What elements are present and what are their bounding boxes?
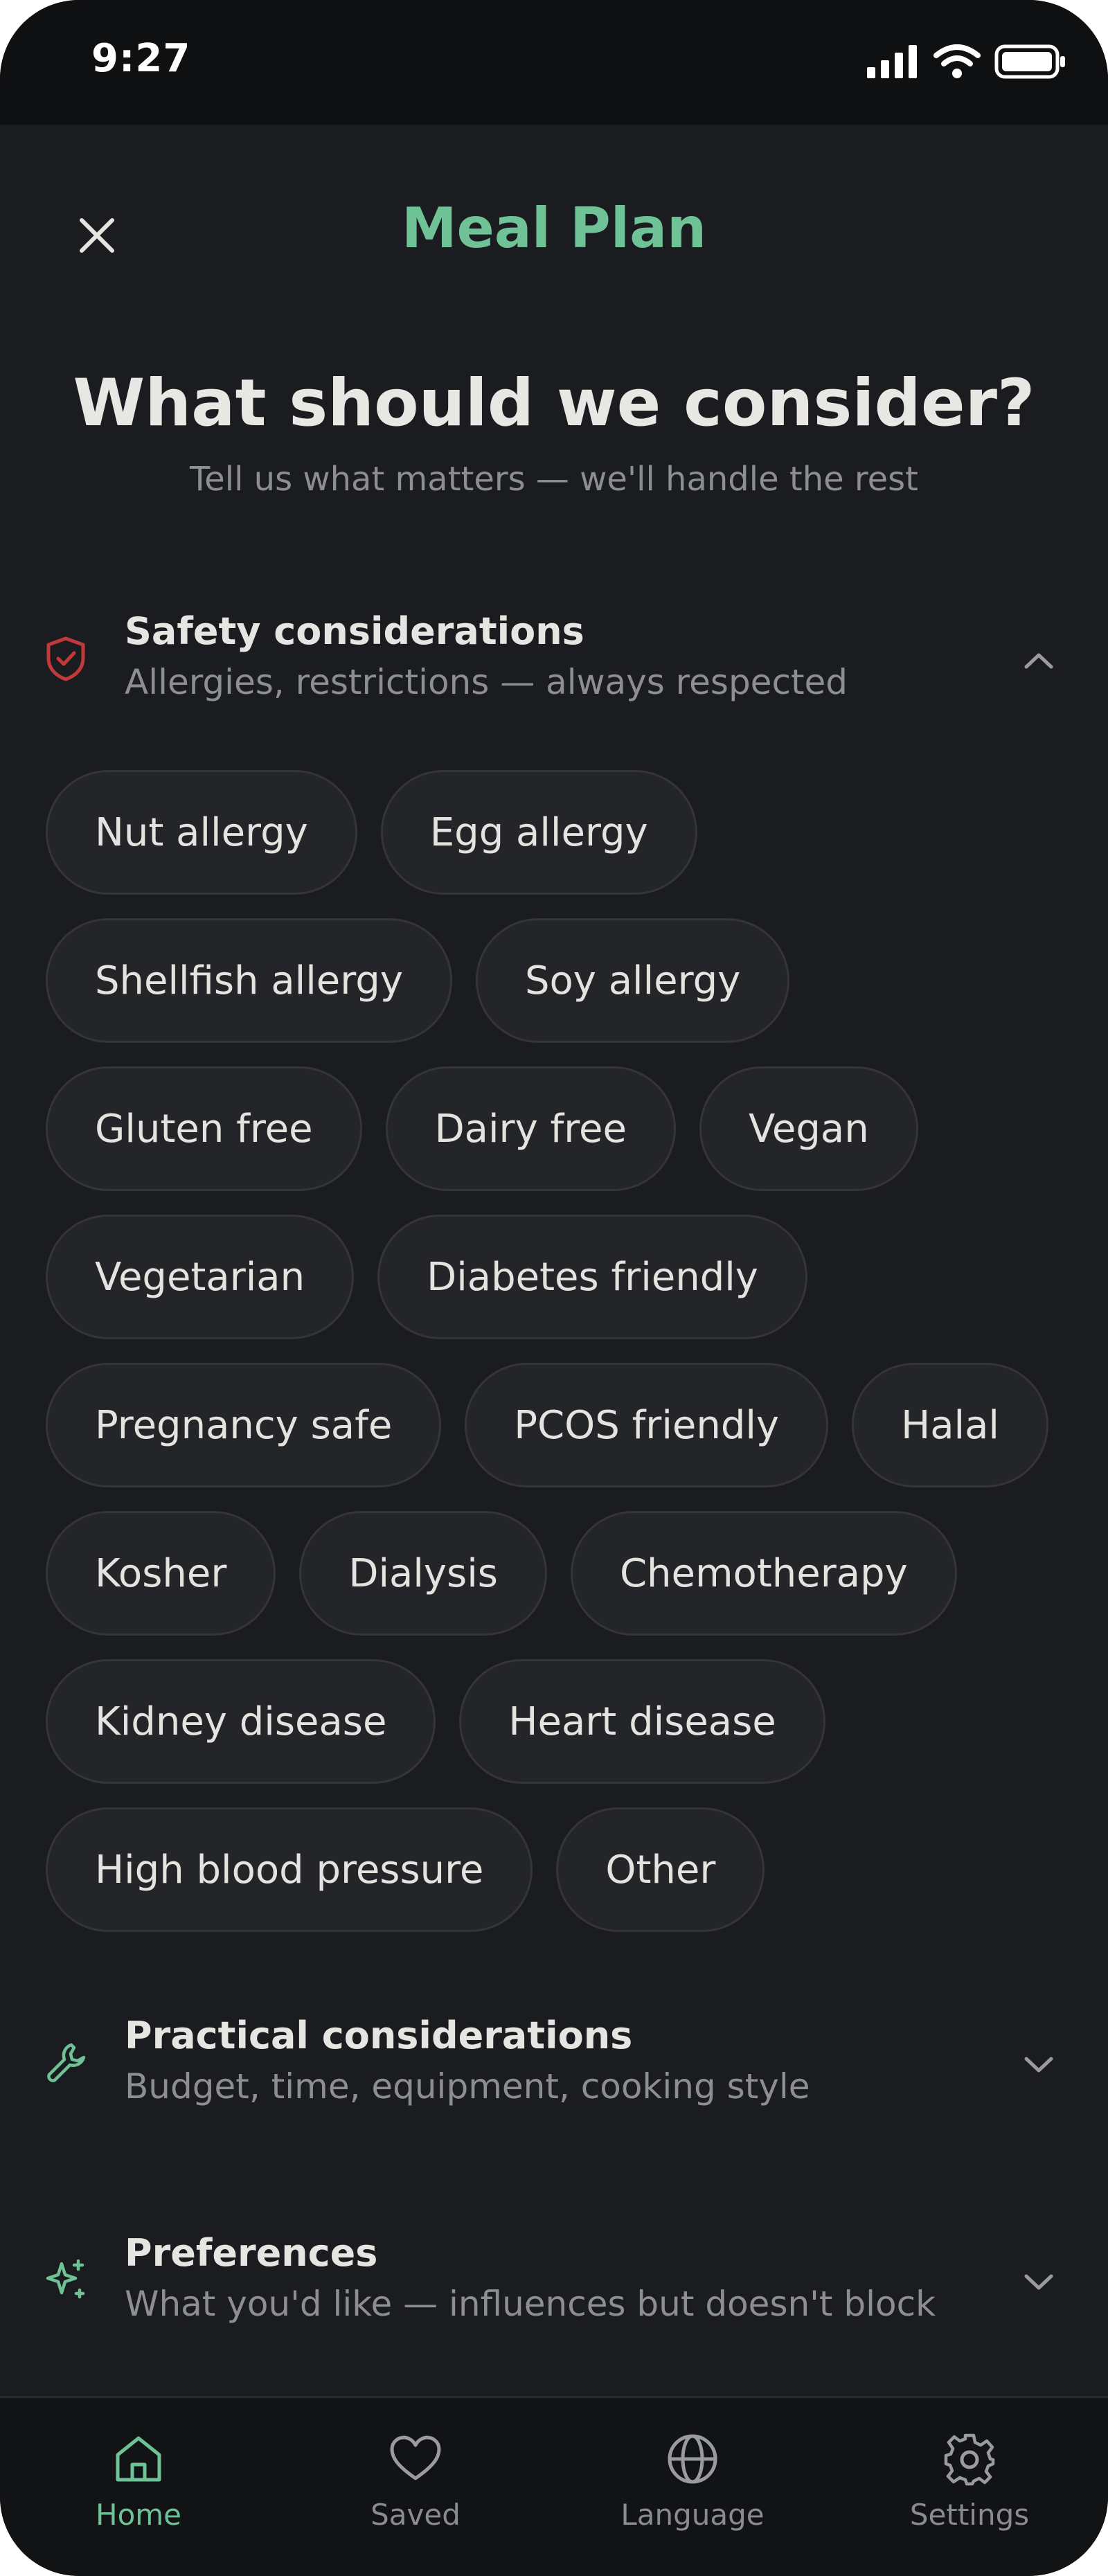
status-icons — [867, 44, 1066, 79]
status-bar: 9:27 — [0, 0, 1108, 125]
section-safety-subtitle: Allergies, restrictions — always respect… — [125, 662, 848, 702]
section-preferences-title: Preferences — [125, 2231, 378, 2275]
option-chip[interactable]: Gluten free — [46, 1066, 362, 1191]
option-chip[interactable]: Egg allergy — [380, 770, 697, 895]
option-chip[interactable]: Nut allergy — [46, 770, 357, 895]
nav-label-language: Language — [620, 2498, 765, 2532]
option-chip[interactable]: Dairy free — [385, 1066, 676, 1191]
option-chip[interactable]: Diabetes friendly — [377, 1215, 807, 1339]
nav-label-saved: Saved — [370, 2498, 461, 2532]
section-preferences-subtitle: What you'd like — influences but doesn't… — [125, 2284, 936, 2324]
sparkles-icon — [42, 2256, 90, 2305]
status-time: 9:27 — [91, 36, 191, 81]
signal-icon — [867, 45, 917, 78]
section-safety-title: Safety considerations — [125, 609, 584, 653]
gear-icon — [940, 2430, 999, 2488]
option-chip[interactable]: Pregnancy safe — [46, 1363, 442, 1487]
nav-item-home[interactable]: Home — [0, 2398, 277, 2576]
bottom-nav: Home Saved Language Settings — [0, 2396, 1108, 2576]
chevron-down-icon — [1011, 2255, 1066, 2310]
wifi-icon — [933, 44, 981, 78]
section-safety-header[interactable]: Safety considerations Allergies, restric… — [42, 609, 1066, 727]
option-chip[interactable]: Vegetarian — [46, 1215, 355, 1339]
safety-options: Nut allergy Egg allergy Shellfish allergy S… — [46, 770, 1064, 1932]
shield-check-icon — [42, 634, 90, 683]
nav-label-home: Home — [95, 2498, 182, 2532]
option-chip[interactable]: Vegan — [699, 1066, 918, 1191]
option-chip[interactable]: High blood pressure — [46, 1807, 533, 1932]
section-preferences-header[interactable]: Preferences What you'd like — influences… — [42, 2231, 1066, 2349]
option-chip[interactable]: Chemotherapy — [570, 1511, 957, 1636]
option-chip[interactable]: Kosher — [46, 1511, 276, 1636]
section-practical-title: Practical considerations — [125, 2014, 633, 2057]
nav-item-settings[interactable]: Settings — [831, 2398, 1108, 2576]
chevron-down-icon — [1011, 2037, 1066, 2093]
wrench-icon — [42, 2039, 90, 2087]
section-practical-header[interactable]: Practical considerations Budget, time, e… — [42, 2014, 1066, 2131]
chevron-up-icon — [1011, 633, 1066, 688]
option-chip[interactable]: Dialysis — [299, 1511, 547, 1636]
nav-item-language[interactable]: Language — [554, 2398, 831, 2576]
battery-icon — [994, 44, 1065, 79]
section-practical-subtitle: Budget, time, equipment, cooking style — [125, 2066, 810, 2107]
heart-icon — [386, 2430, 445, 2488]
option-chip[interactable]: PCOS friendly — [465, 1363, 829, 1487]
home-icon — [109, 2430, 168, 2488]
page-title: Meal Plan — [401, 196, 707, 260]
nav-item-saved[interactable]: Saved — [277, 2398, 554, 2576]
option-chip[interactable]: Kidney disease — [46, 1659, 436, 1784]
hero-title: What should we consider? — [73, 366, 1035, 441]
option-chip[interactable]: Heart disease — [459, 1659, 825, 1784]
option-chip[interactable]: Soy allergy — [475, 918, 790, 1043]
option-chip[interactable]: Shellfish allergy — [46, 918, 452, 1043]
phone-screen: 9:27 Meal Plan What should we consider? … — [0, 0, 1108, 2576]
hero-subtitle: Tell us what matters — we'll handle the … — [190, 460, 918, 499]
option-chip[interactable]: Halal — [852, 1363, 1048, 1487]
globe-icon — [663, 2430, 722, 2488]
option-chip[interactable]: Other — [556, 1807, 765, 1932]
nav-label-settings: Settings — [909, 2498, 1030, 2532]
